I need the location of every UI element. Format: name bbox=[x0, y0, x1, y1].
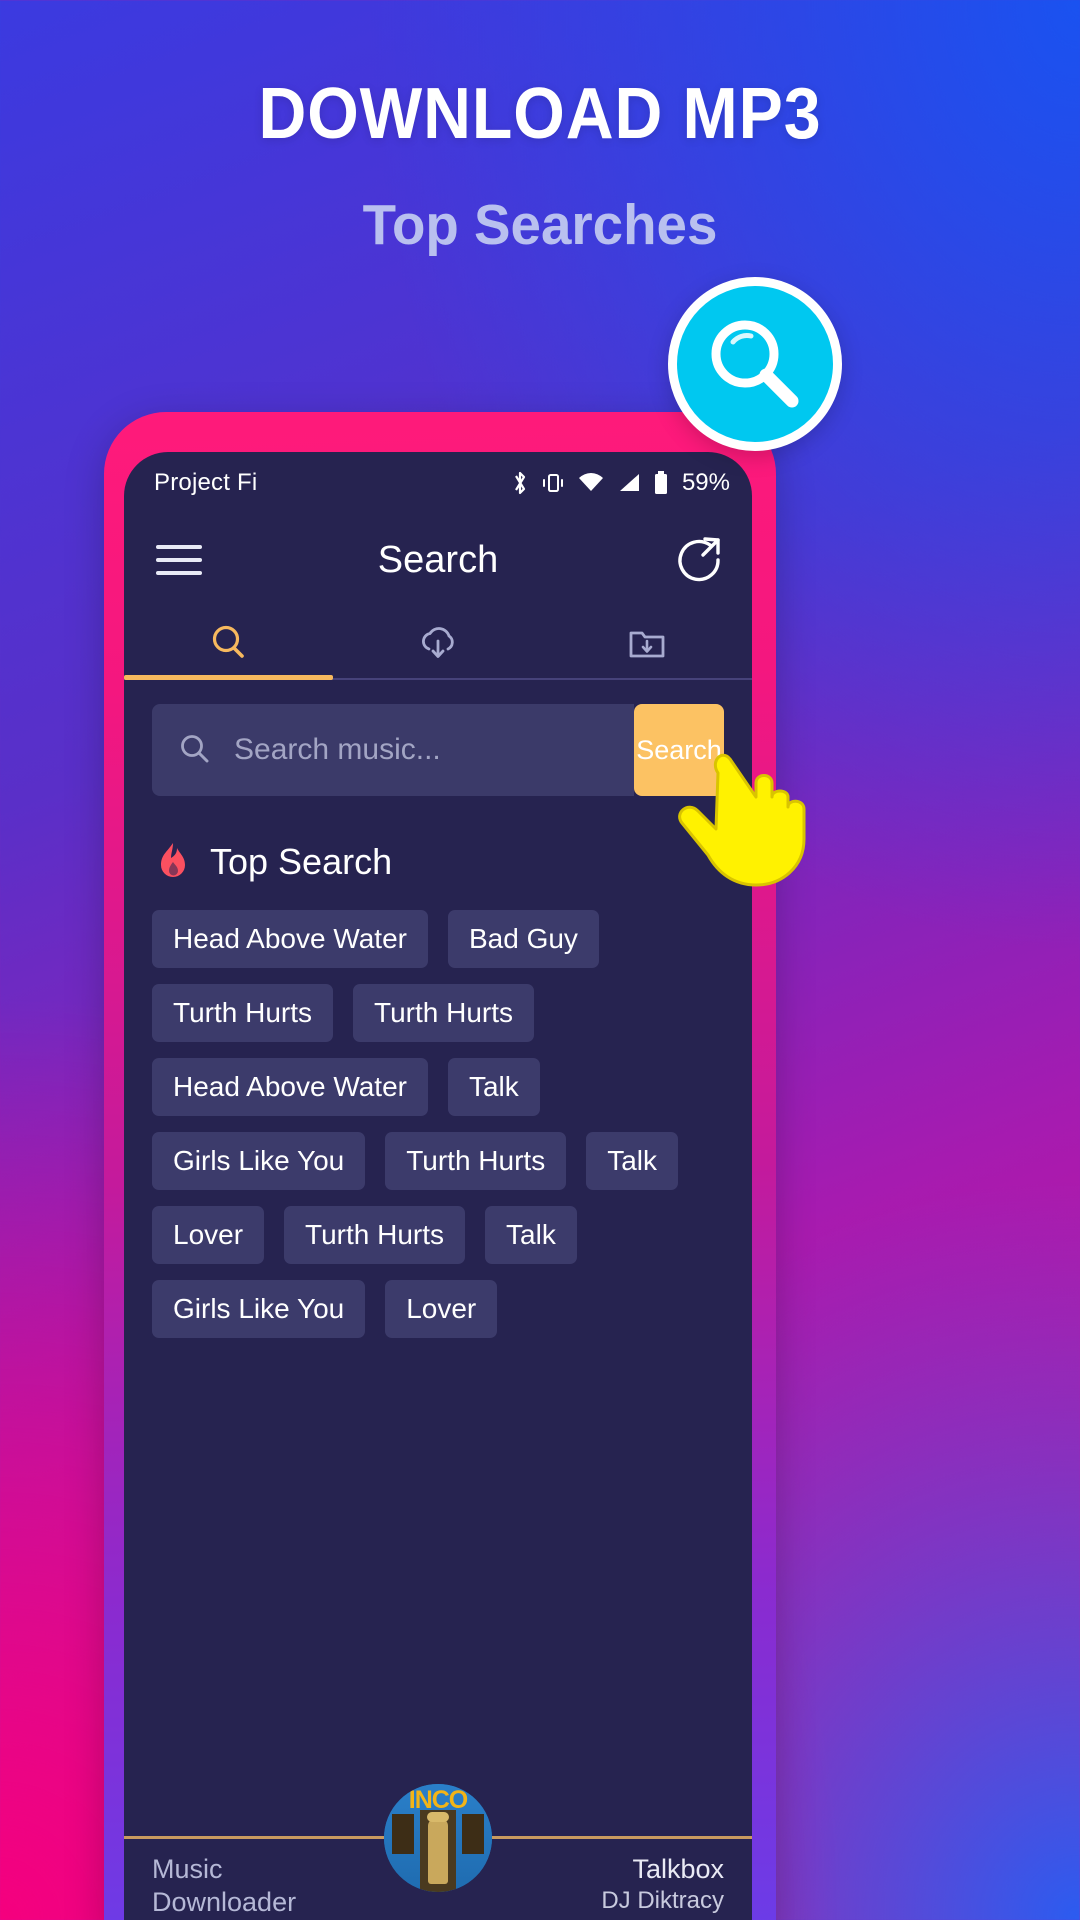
battery-percent: 59% bbox=[681, 469, 730, 496]
chip[interactable]: Turth Hurts bbox=[353, 984, 534, 1042]
player-app-name-line2: Downloader bbox=[152, 1886, 297, 1917]
chip[interactable]: Talk bbox=[447, 1058, 540, 1116]
chip[interactable]: Lover bbox=[385, 1280, 498, 1338]
chip[interactable]: Turth Hurts bbox=[152, 984, 333, 1042]
tab-bar bbox=[124, 606, 752, 680]
top-search-header: Top Search bbox=[152, 840, 724, 884]
hand-pointer-icon bbox=[678, 753, 806, 887]
album-art-window-left bbox=[392, 1814, 414, 1854]
page-subtitle: Top Searches bbox=[362, 193, 718, 257]
mini-player-bar[interactable]: Music Downloader INCO Talkbox DJ Diktrac… bbox=[124, 1784, 752, 1920]
app-bar: Search bbox=[124, 514, 752, 606]
section-title: Top Search bbox=[210, 841, 393, 882]
player-app-name-line1: Music bbox=[152, 1854, 223, 1884]
hamburger-menu-icon[interactable] bbox=[156, 536, 202, 584]
chip[interactable]: Girls Like You bbox=[152, 1280, 366, 1338]
chip[interactable]: Bad Guy bbox=[447, 910, 599, 968]
promo-header: DOWNLOAD MP3 Top Searches bbox=[0, 0, 1080, 258]
carrier-label: Project Fi bbox=[154, 469, 258, 496]
chip[interactable]: Turth Hurts bbox=[385, 1132, 567, 1190]
chip[interactable]: Talk bbox=[586, 1132, 679, 1190]
chip[interactable]: Head Above Water bbox=[152, 1058, 428, 1116]
player-app-name: Music Downloader bbox=[152, 1853, 296, 1919]
status-bar: Project Fi 59% bbox=[124, 452, 752, 514]
album-art-figure bbox=[428, 1818, 448, 1884]
battery-icon bbox=[654, 471, 667, 494]
chip[interactable]: Girls Like You bbox=[152, 1132, 366, 1190]
chip[interactable]: Talk bbox=[485, 1206, 577, 1264]
chip[interactable]: Head Above Water bbox=[152, 910, 428, 968]
album-art-text: INCO bbox=[408, 1786, 469, 1814]
page-title: DOWNLOAD MP3 bbox=[258, 74, 822, 154]
wifi-icon bbox=[578, 473, 603, 491]
tab-active-indicator bbox=[124, 675, 334, 680]
search-icon bbox=[181, 735, 209, 763]
top-search-chip-list: Head Above Water Bad Guy Turth Hurts Tur… bbox=[152, 910, 724, 1338]
search-icon bbox=[212, 625, 244, 658]
chip[interactable]: Turth Hurts bbox=[284, 1206, 466, 1264]
search-input[interactable] bbox=[234, 733, 634, 767]
signal-icon bbox=[619, 474, 639, 491]
magnifier-icon bbox=[711, 320, 799, 408]
flame-icon bbox=[161, 843, 185, 877]
content-area: Search Top Search Head Above Water Bad G… bbox=[124, 680, 752, 1338]
player-track-artist: DJ Diktracy bbox=[601, 1886, 724, 1914]
cloud-download-icon bbox=[422, 627, 454, 658]
player-track-title: Talkbox bbox=[632, 1854, 724, 1884]
share-button[interactable] bbox=[674, 532, 726, 589]
player-track-info: Talkbox DJ Diktracy bbox=[601, 1853, 724, 1915]
bluetooth-icon bbox=[515, 471, 526, 495]
hand-cursor bbox=[660, 735, 832, 900]
tab-downloading[interactable] bbox=[333, 606, 542, 680]
album-art[interactable]: INCO bbox=[384, 1784, 492, 1892]
share-icon bbox=[678, 536, 720, 581]
search-bar: Search bbox=[152, 704, 724, 796]
search-field[interactable] bbox=[152, 704, 634, 796]
magnifier-badge bbox=[668, 277, 842, 451]
tab-search[interactable] bbox=[124, 606, 333, 680]
folder-download-icon bbox=[629, 631, 665, 658]
chip[interactable]: Lover bbox=[152, 1206, 265, 1264]
vibrate-icon bbox=[542, 474, 563, 492]
phone-screen: Project Fi 59% Search Search music... Se… bbox=[124, 452, 752, 1920]
tab-downloaded[interactable] bbox=[543, 606, 752, 680]
app-bar-title: Search bbox=[377, 538, 499, 581]
album-art-window-right bbox=[462, 1814, 484, 1854]
